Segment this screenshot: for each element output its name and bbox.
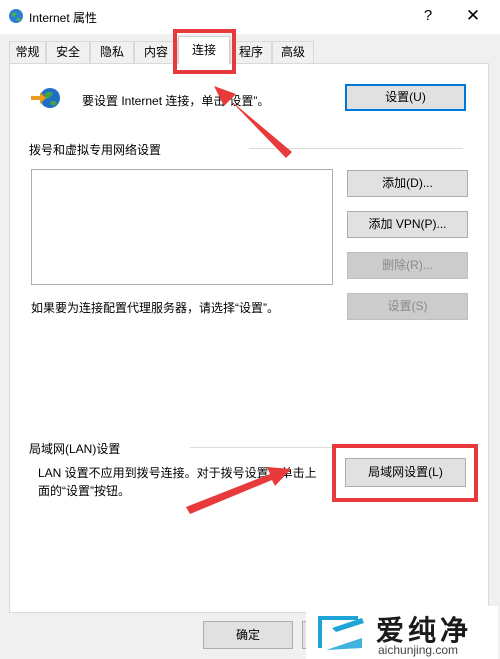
arrow-to-lan-button: [186, 467, 291, 514]
annotation-arrows: [186, 86, 292, 514]
tab-connections[interactable]: 连接: [178, 36, 230, 64]
arrow-to-tab: [214, 86, 292, 158]
watermark-url: aichunjing.com: [378, 643, 459, 657]
watermark-logo-icon: [318, 616, 364, 650]
watermark: 爱纯净 aichunjing.com: [306, 606, 498, 659]
